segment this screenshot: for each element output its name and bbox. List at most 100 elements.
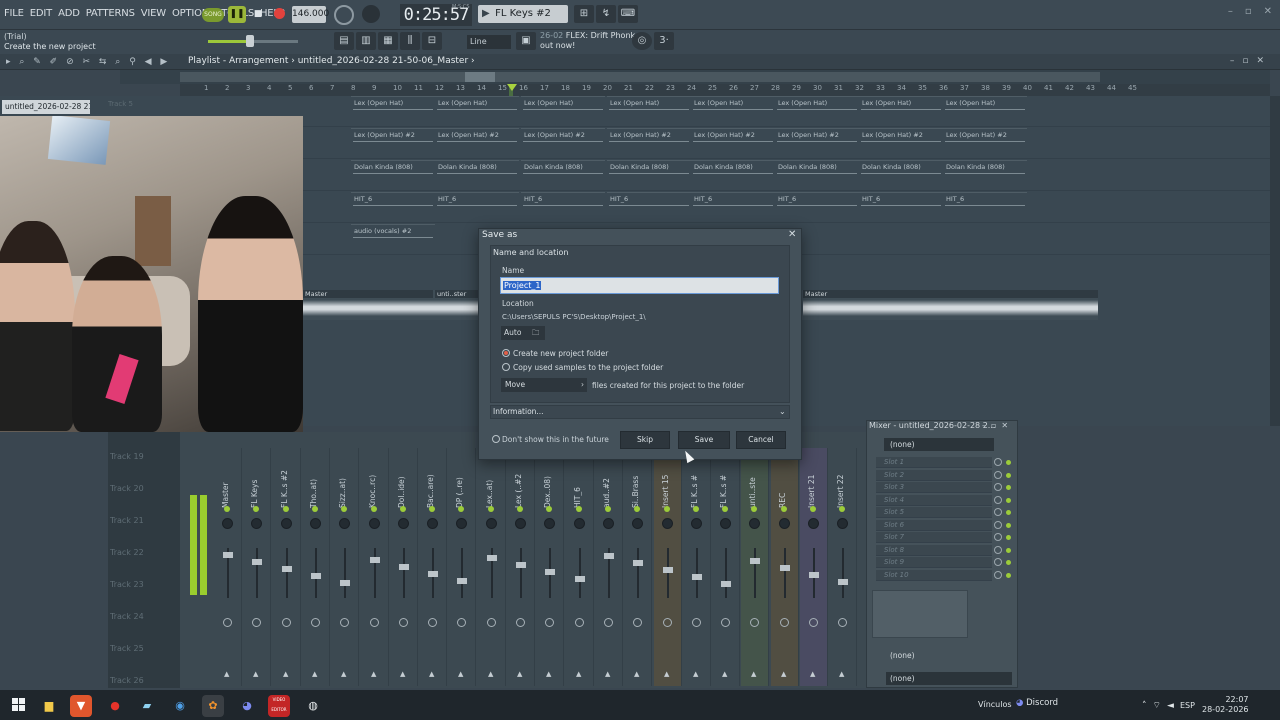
- send-knob[interactable]: [780, 618, 789, 627]
- route-arrow-icon[interactable]: ▲: [283, 670, 288, 678]
- keyboard-icon[interactable]: ⌨: [618, 5, 638, 23]
- channel-active-led[interactable]: [546, 506, 552, 512]
- mixer-slot[interactable]: Slot 2: [876, 469, 992, 481]
- playhead-marker[interactable]: [507, 84, 517, 91]
- channel-active-led[interactable]: [839, 506, 845, 512]
- create-folder-radio[interactable]: [502, 349, 510, 357]
- slot-mix-knob[interactable]: [994, 558, 1002, 566]
- route-arrow-icon[interactable]: ▲: [253, 670, 258, 678]
- eq-display[interactable]: [872, 590, 968, 638]
- pattern-clip[interactable]: Lex (Open Hat): [521, 96, 605, 112]
- slot-enable-led[interactable]: [1006, 535, 1011, 540]
- send-knob[interactable]: [575, 618, 584, 627]
- news-panel[interactable]: 26-02 FLEX: Drift Phonk out now!: [540, 31, 635, 51]
- send-knob[interactable]: [633, 618, 642, 627]
- route-arrow-icon[interactable]: ▲: [488, 670, 493, 678]
- taskbar-discord[interactable]: ◕ Discord: [1016, 698, 1058, 708]
- pattern-clip[interactable]: HIT_6: [607, 192, 691, 208]
- chevron-down-icon[interactable]: ⌄: [779, 407, 786, 416]
- mixer-channel[interactable]: Lex (..#2 ▲: [507, 448, 535, 686]
- close-icon[interactable]: ✕: [788, 229, 796, 240]
- discord-icon[interactable]: ◕: [236, 695, 258, 717]
- route-arrow-icon[interactable]: ▲: [429, 670, 434, 678]
- mixer-channel[interactable]: Dol..ide) ▲: [390, 448, 418, 686]
- channel-active-led[interactable]: [781, 506, 787, 512]
- pattern-clip[interactable]: Dolan Kinda (808): [775, 160, 859, 176]
- save-button[interactable]: Save: [678, 431, 730, 449]
- mixer-slot[interactable]: Slot 10: [876, 569, 992, 581]
- route-arrow-icon[interactable]: ▲: [810, 670, 815, 678]
- slot-enable-led[interactable]: [1006, 560, 1011, 565]
- location-auto-button[interactable]: Auto 🗀: [501, 326, 545, 340]
- mixer-channel[interactable]: Master ▲: [214, 448, 242, 686]
- pan-knob[interactable]: [603, 518, 614, 529]
- slot-mix-knob[interactable]: [994, 508, 1002, 516]
- minimize-icon[interactable]: –: [1228, 6, 1233, 17]
- playlist-track[interactable]: Dolan Kinda (808) Dolan Kinda (808) Dolan …: [303, 160, 1273, 191]
- copy-samples-radio[interactable]: [502, 363, 510, 371]
- channel-active-led[interactable]: [576, 506, 582, 512]
- mixer-channel[interactable]: Lex..at) ▲: [478, 448, 506, 686]
- clock[interactable]: 22:07 28-02-2026: [1202, 695, 1249, 715]
- send-knob[interactable]: [428, 618, 437, 627]
- snap-select[interactable]: Line: [467, 35, 511, 49]
- send-knob[interactable]: [750, 618, 759, 627]
- playlist-track[interactable]: Lex (Open Hat) Lex (Open Hat) Lex (Open Ha…: [303, 96, 1273, 127]
- volume-fader[interactable]: [838, 579, 848, 585]
- pattern-clip[interactable]: Lex (Open Hat): [351, 96, 435, 112]
- pan-knob[interactable]: [574, 518, 585, 529]
- master-pitch-knob[interactable]: [362, 5, 380, 23]
- globe-icon[interactable]: ◎: [632, 32, 652, 50]
- browser-icon[interactable]: ⊟: [422, 32, 442, 50]
- route-arrow-icon[interactable]: ▲: [751, 670, 756, 678]
- pan-knob[interactable]: [808, 518, 819, 529]
- slot-enable-led[interactable]: [1006, 485, 1011, 490]
- playlist-icon[interactable]: ▤: [334, 32, 354, 50]
- channel-active-led[interactable]: [429, 506, 435, 512]
- play-button[interactable]: ❚❚: [228, 6, 246, 23]
- channel-active-led[interactable]: [517, 506, 523, 512]
- channel-rack-icon[interactable]: ▥: [356, 32, 376, 50]
- pan-knob[interactable]: [544, 518, 555, 529]
- volume-fader[interactable]: [516, 562, 526, 568]
- metronome-icon[interactable]: [334, 5, 354, 25]
- send-knob[interactable]: [838, 618, 847, 627]
- project-name-input[interactable]: Project_1: [500, 277, 779, 294]
- mixer-channel[interactable]: Insert 22 ▲: [829, 448, 857, 686]
- pattern-clip[interactable]: HIT_6: [859, 192, 943, 208]
- mixer-channel[interactable]: Sizz..at) ▲: [331, 448, 359, 686]
- volume-fader[interactable]: [487, 555, 497, 561]
- mixer-window-controls[interactable]: –▫✕: [982, 421, 1013, 430]
- volume-fader[interactable]: [399, 564, 409, 570]
- slot-mix-knob[interactable]: [994, 520, 1002, 529]
- menu-edit[interactable]: EDIT: [30, 8, 52, 19]
- pattern-selector[interactable]: ▶ FL Keys #2: [478, 5, 568, 23]
- mixer-channel[interactable]: Tho..at) ▲: [302, 448, 330, 686]
- mixer-channel[interactable]: FL Keys ▲: [243, 448, 271, 686]
- record-button[interactable]: [270, 6, 288, 23]
- pan-knob[interactable]: [515, 518, 526, 529]
- mixer-channel[interactable]: HIT_6 ▲: [566, 448, 594, 686]
- channel-active-led[interactable]: [341, 506, 347, 512]
- volume-fader[interactable]: [252, 559, 262, 565]
- pattern-clip[interactable]: HIT_6: [775, 192, 859, 208]
- pan-knob[interactable]: [310, 518, 321, 529]
- send-knob[interactable]: [252, 618, 261, 627]
- volume-fader[interactable]: [721, 581, 731, 587]
- mixer-channel[interactable]: Insert 15 ▲: [654, 448, 682, 686]
- mixer-slot[interactable]: Slot 1: [876, 457, 992, 468]
- piano-roll-icon[interactable]: ▦: [378, 32, 398, 50]
- playlist-track[interactable]: HIT_6 HIT_6 HIT_6 HIT_6 HIT_6 HIT_6 HIT_6 HIT_6: [303, 192, 1273, 223]
- volume-fader[interactable]: [457, 578, 467, 584]
- pan-knob[interactable]: [251, 518, 262, 529]
- send-knob[interactable]: [487, 618, 496, 627]
- pan-knob[interactable]: [369, 518, 380, 529]
- menu-view[interactable]: VIEW: [141, 8, 166, 19]
- output-select[interactable]: (none): [886, 650, 1006, 662]
- system-tray[interactable]: ˄⌔◄: [1142, 700, 1180, 711]
- mixer-channel[interactable]: Si..Brass ▲: [624, 448, 652, 686]
- slot-enable-led[interactable]: [1006, 497, 1011, 503]
- pattern-clip[interactable]: Dolan Kinda (808): [691, 160, 775, 176]
- route-arrow-icon[interactable]: ▲: [341, 670, 346, 678]
- route-arrow-icon[interactable]: ▲: [458, 670, 463, 678]
